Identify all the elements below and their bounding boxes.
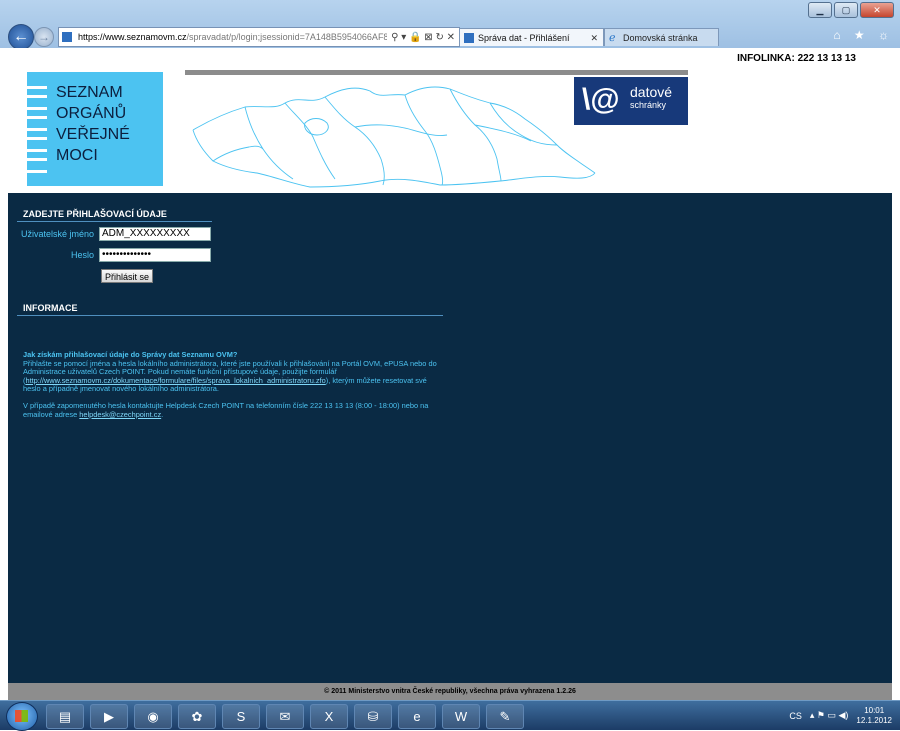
network-icon[interactable]: ⛁ (354, 704, 392, 729)
paint-icon[interactable]: ✎ (486, 704, 524, 729)
url-path: /spravadat/p/login;jsessionid=7A148B5954… (186, 32, 388, 42)
datove-schranky-logo[interactable]: \@ datové schránky (574, 77, 688, 125)
username-input[interactable] (99, 227, 211, 241)
window-controls: ▁ ▢ ✕ (808, 2, 894, 18)
tab-domovska-stranka[interactable]: ℯ Domovská stránka (604, 28, 719, 46)
seznam-ovm-logo[interactable]: SEZNAM ORGÁNŮ VEŘEJNÉ MOCI (27, 72, 163, 186)
info-paragraph-2: V případě zapomenutého hesla kontaktujte… (23, 401, 443, 419)
main-content: ZADEJTE PŘIHLAŠOVACÍ ÚDAJE Uživatelské j… (8, 193, 892, 683)
password-input[interactable]: •••••••••••••• (99, 248, 211, 262)
username-row: Uživatelské jméno (8, 227, 308, 241)
logo-line: VEŘEJNÉ (56, 126, 130, 143)
logo-bar (27, 149, 47, 152)
logo-line: MOCI (56, 147, 98, 164)
login-heading: ZADEJTE PŘIHLAŠOVACÍ ÚDAJE (23, 209, 167, 219)
page-footer: © 2011 Ministerstvo vnitra České republi… (8, 683, 892, 700)
excel-icon[interactable]: X (310, 704, 348, 729)
outlook-icon[interactable]: ✉ (266, 704, 304, 729)
czech-regions-map (192, 86, 596, 188)
ie-tab-icon: ℯ (609, 32, 616, 44)
maximize-button[interactable]: ▢ (834, 2, 858, 18)
folder-icon[interactable]: ▤ (46, 704, 84, 729)
close-window-button[interactable]: ✕ (860, 2, 894, 18)
icq-icon[interactable]: ✿ (178, 704, 216, 729)
tab-favicon-icon (464, 33, 474, 43)
logo-bar (27, 116, 47, 119)
info-text: Jak získám přihlašovací údaje do Správy … (23, 350, 443, 419)
system-tray: CS ▴ ⚑ ▭ ◀) 10:01 12.1.2012 (789, 701, 892, 730)
tab-label: Správa dat - Přihlášení (478, 33, 570, 43)
language-indicator[interactable]: CS (789, 711, 802, 721)
address-url[interactable]: https://www.seznamovm.cz/spravadat/p/log… (78, 32, 387, 42)
clock-date: 12.1.2012 (856, 715, 892, 725)
logo-bar (27, 107, 47, 110)
info-text-span: . (161, 409, 164, 419)
at-sign-icon: \@ (582, 83, 620, 116)
logo-bar (27, 128, 47, 131)
arrow-left-icon: ← (13, 28, 29, 45)
word-icon[interactable]: W (442, 704, 480, 729)
site-favicon-icon (62, 32, 72, 42)
tab-label: Domovská stránka (623, 33, 698, 43)
infolinka: INFOLINKA: 222 13 13 13 (737, 53, 856, 64)
tab-close-icon[interactable]: ✕ (590, 29, 598, 46)
clock[interactable]: 10:01 12.1.2012 (856, 706, 892, 726)
password-label: Heslo (70, 250, 94, 260)
skype-icon[interactable]: S (222, 704, 260, 729)
info-heading-underline (17, 315, 443, 316)
info-paragraph-1: Přihlašte se pomocí jména a hesla lokáln… (23, 359, 443, 394)
helpdesk-email-link[interactable]: helpdesk@czechpoint.cz (79, 410, 161, 419)
logo-line: SEZNAM (56, 84, 123, 101)
start-button[interactable] (6, 702, 38, 731)
clock-time: 10:01 (864, 705, 885, 715)
url-host: https://www.seznamovm.cz (78, 32, 187, 42)
copyright-text: © 2011 Ministerstvo vnitra České republi… (324, 688, 576, 695)
password-row: Heslo •••••••••••••• (8, 248, 308, 262)
page-header: INFOLINKA: 222 13 13 13 SEZNAM ORGÁNŮ VE… (8, 48, 892, 193)
tab-sprava-dat[interactable]: Správa dat - Přihlášení ✕ (459, 28, 604, 46)
minimize-button[interactable]: ▁ (808, 2, 832, 18)
tray-icons[interactable]: ▴ ⚑ ▭ ◀) (810, 710, 849, 721)
ie-icon[interactable]: e (398, 704, 436, 729)
username-label: Uživatelské jméno (20, 229, 94, 239)
address-bar[interactable]: https://www.seznamovm.cz/spravadat/p/log… (58, 27, 460, 47)
logo-text: SEZNAM ORGÁNŮ VEŘEJNÉ MOCI (56, 82, 130, 166)
login-heading-underline (17, 221, 212, 222)
logo-bar (27, 86, 47, 89)
arrow-right-icon: → (38, 30, 50, 44)
login-button[interactable]: Přihlásit se (101, 269, 154, 283)
logo-bar (27, 170, 47, 173)
info-heading: INFORMACE (23, 303, 78, 313)
firefox-icon[interactable]: ◉ (134, 704, 172, 729)
forward-button[interactable]: → (34, 27, 54, 47)
address-bar-icons[interactable]: ⚲ ▾ 🔒 ⊠ ↻ ✕ (387, 32, 459, 43)
browser-chrome: ▁ ▢ ✕ ← → https://www.seznamovm.cz/sprav… (0, 0, 900, 50)
logo-bar (27, 137, 47, 140)
ds-logo-line2: schránky (630, 100, 667, 110)
home-favorites-tools-icons[interactable]: ⌂ ★ ☼ (833, 28, 894, 42)
logo-bar (27, 95, 47, 98)
back-button[interactable]: ← (8, 24, 34, 50)
media-player-icon[interactable]: ▶ (90, 704, 128, 729)
windows-taskbar: ▤ ▶ ◉ ✿ S ✉ X ⛁ e W ✎ CS ▴ ⚑ ▭ ◀) 10:01 … (0, 700, 900, 731)
ds-logo-line1: datové (630, 84, 673, 100)
logo-line: ORGÁNŮ (56, 105, 127, 122)
logo-bar (27, 158, 47, 161)
